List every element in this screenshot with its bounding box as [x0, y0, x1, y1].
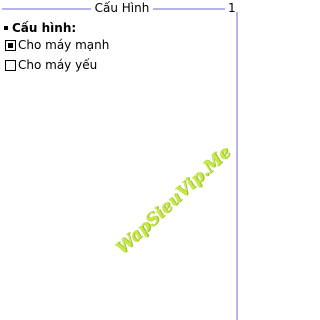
- scrollbar[interactable]: [236, 12, 238, 320]
- section-label: Cấu hình:: [12, 21, 77, 35]
- page-number: 1: [228, 1, 236, 15]
- checkbox-fill: [8, 43, 13, 48]
- checkbox-unchecked-icon[interactable]: [5, 60, 16, 71]
- option-label: Cho máy mạnh: [18, 38, 110, 52]
- page-title: Cấu Hình: [94, 1, 150, 15]
- title-divider-right: [153, 8, 225, 10]
- watermark: WapSieuVip.Me: [112, 142, 235, 259]
- screen: Cấu Hình 1 Cấu hình: Cho máy mạnh Cho má…: [0, 0, 240, 320]
- option-label: Cho máy yếu: [18, 58, 98, 72]
- bullet-icon: [4, 25, 8, 30]
- title-divider-left: [2, 8, 91, 10]
- section-heading: Cấu hình:: [4, 20, 76, 36]
- title-bar: Cấu Hình 1: [0, 0, 240, 18]
- checkbox-checked-icon[interactable]: [5, 40, 16, 51]
